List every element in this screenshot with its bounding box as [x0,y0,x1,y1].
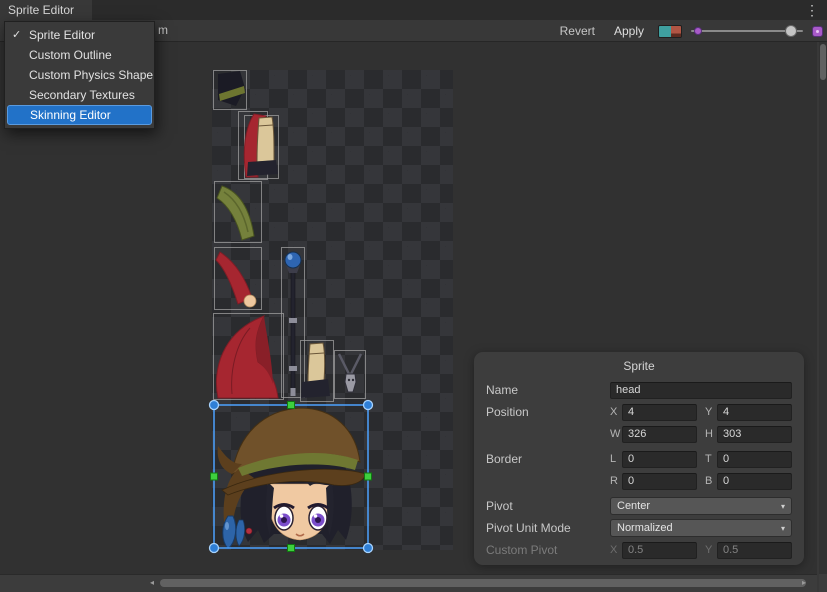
sprite-piece-scarf[interactable] [217,186,254,240]
border-t-input[interactable] [717,451,792,468]
pivot-value: Center [617,500,650,512]
rgb-alpha-toggle-icon[interactable] [658,25,682,38]
sprite-piece-amulet[interactable] [339,354,361,392]
checkmark-icon: ✓ [12,25,21,45]
position-h-input[interactable] [717,426,792,443]
window-tab-label: Sprite Editor [8,3,74,17]
position-row-1: Position X Y [486,403,792,421]
border-b-label: B [705,475,717,487]
custom-pivot-y-input [717,542,792,559]
selection-handle-corner-bl[interactable] [210,544,219,553]
toolbar-right-group: Revert Apply [555,20,823,42]
sprite-piece-hat-fragment[interactable] [218,71,245,106]
position-label: Position [486,405,610,419]
sprite-editor-mode-menu: ✓ Sprite Editor Custom Outline Custom Ph… [4,21,155,129]
border-l-input[interactable] [622,451,697,468]
chevron-down-icon: ▾ [781,524,785,533]
menu-item-custom-physics-shape[interactable]: Custom Physics Shape [5,65,154,85]
rgb-toggle-right [671,26,681,37]
menu-item-secondary-textures[interactable]: Secondary Textures [5,85,154,105]
border-b-input[interactable] [717,473,792,490]
mipmap-icon[interactable] [812,26,823,37]
sprite-piece-head[interactable] [218,408,366,549]
position-y-label: Y [705,406,717,418]
border-label: Border [486,452,610,466]
menu-item-skinning-editor[interactable]: Skinning Editor [7,105,152,125]
custom-pivot-y-label: Y [705,544,717,556]
border-row-2: R B [486,472,792,490]
sprite-piece-boot-2[interactable] [301,343,330,398]
pivot-row: Pivot Center ▾ [486,497,792,515]
pivot-dropdown[interactable]: Center ▾ [610,497,792,515]
position-w-input[interactable] [622,426,697,443]
menu-item-custom-outline[interactable]: Custom Outline [5,45,154,65]
horizontal-scrollbar-thumb[interactable] [160,579,806,587]
pivot-unit-mode-value: Normalized [617,522,673,534]
chevron-down-icon: ▾ [781,502,785,511]
selection-handle-edge-right[interactable] [365,473,372,480]
title-bar: Sprite Editor ⋮ [0,0,827,20]
texture-area[interactable] [212,70,453,550]
scroll-left-icon[interactable]: ◂ [147,578,157,588]
menu-item-sprite-editor[interactable]: ✓ Sprite Editor [5,25,154,45]
position-x-label: X [610,406,622,418]
custom-pivot-x-label: X [610,544,622,556]
custom-pivot-row: Custom Pivot X Y [486,541,792,559]
zoom-slider-handle[interactable] [785,25,797,37]
trim-button-partial[interactable]: m [158,23,168,37]
selection-handle-corner-tl[interactable] [210,401,219,410]
pivot-unit-mode-dropdown[interactable]: Normalized ▾ [610,519,792,537]
border-row-1: Border L T [486,450,792,468]
kebab-menu-icon[interactable]: ⋮ [803,0,821,20]
custom-pivot-label: Custom Pivot [486,543,610,557]
pivot-unit-mode-label: Pivot Unit Mode [486,521,610,535]
selection-handle-corner-br[interactable] [364,544,373,553]
position-x-input[interactable] [622,404,697,421]
vertical-scrollbar-thumb[interactable] [820,44,826,80]
border-t-label: T [705,453,717,465]
sprite-piece-arm[interactable] [216,252,256,307]
selection-handle-edge-left[interactable] [211,473,218,480]
rgb-toggle-left [659,26,671,37]
apply-button[interactable]: Apply [609,22,649,40]
selection-handle-edge-top[interactable] [288,402,295,409]
border-r-input[interactable] [622,473,697,490]
border-r-label: R [610,475,622,487]
name-input[interactable] [610,382,792,399]
custom-pivot-x-input [622,542,697,559]
position-y-input[interactable] [717,404,792,421]
scrollbar-corner [819,574,827,592]
vertical-scrollbar[interactable] [819,42,827,574]
position-row-2: W H [486,425,792,443]
name-label: Name [486,383,610,397]
position-w-label: W [610,428,622,440]
zoom-slider[interactable] [691,20,803,42]
sprite-inspector-panel: Sprite Name Position X Y [474,352,804,565]
sprite-editor-window: Sprite Editor ⋮ m Revert Apply [0,0,827,592]
sprite-piece-staff[interactable] [285,252,301,396]
border-l-label: L [610,453,622,465]
panel-title: Sprite [486,359,792,373]
pivot-unit-mode-row: Pivot Unit Mode Normalized ▾ [486,519,792,537]
position-h-label: H [705,428,717,440]
sprite-piece-hood[interactable] [216,316,278,398]
window-tab[interactable]: Sprite Editor [0,0,92,20]
pivot-label: Pivot [486,499,610,513]
selection-handle-corner-tr[interactable] [364,401,373,410]
revert-button[interactable]: Revert [555,22,600,40]
horizontal-scrollbar[interactable]: ◂ ▸ [0,574,817,592]
selection-handle-edge-bottom[interactable] [288,545,295,552]
zoom-slider-marker[interactable] [694,27,702,35]
scroll-right-icon[interactable]: ▸ [799,578,809,588]
name-row: Name [486,381,792,399]
